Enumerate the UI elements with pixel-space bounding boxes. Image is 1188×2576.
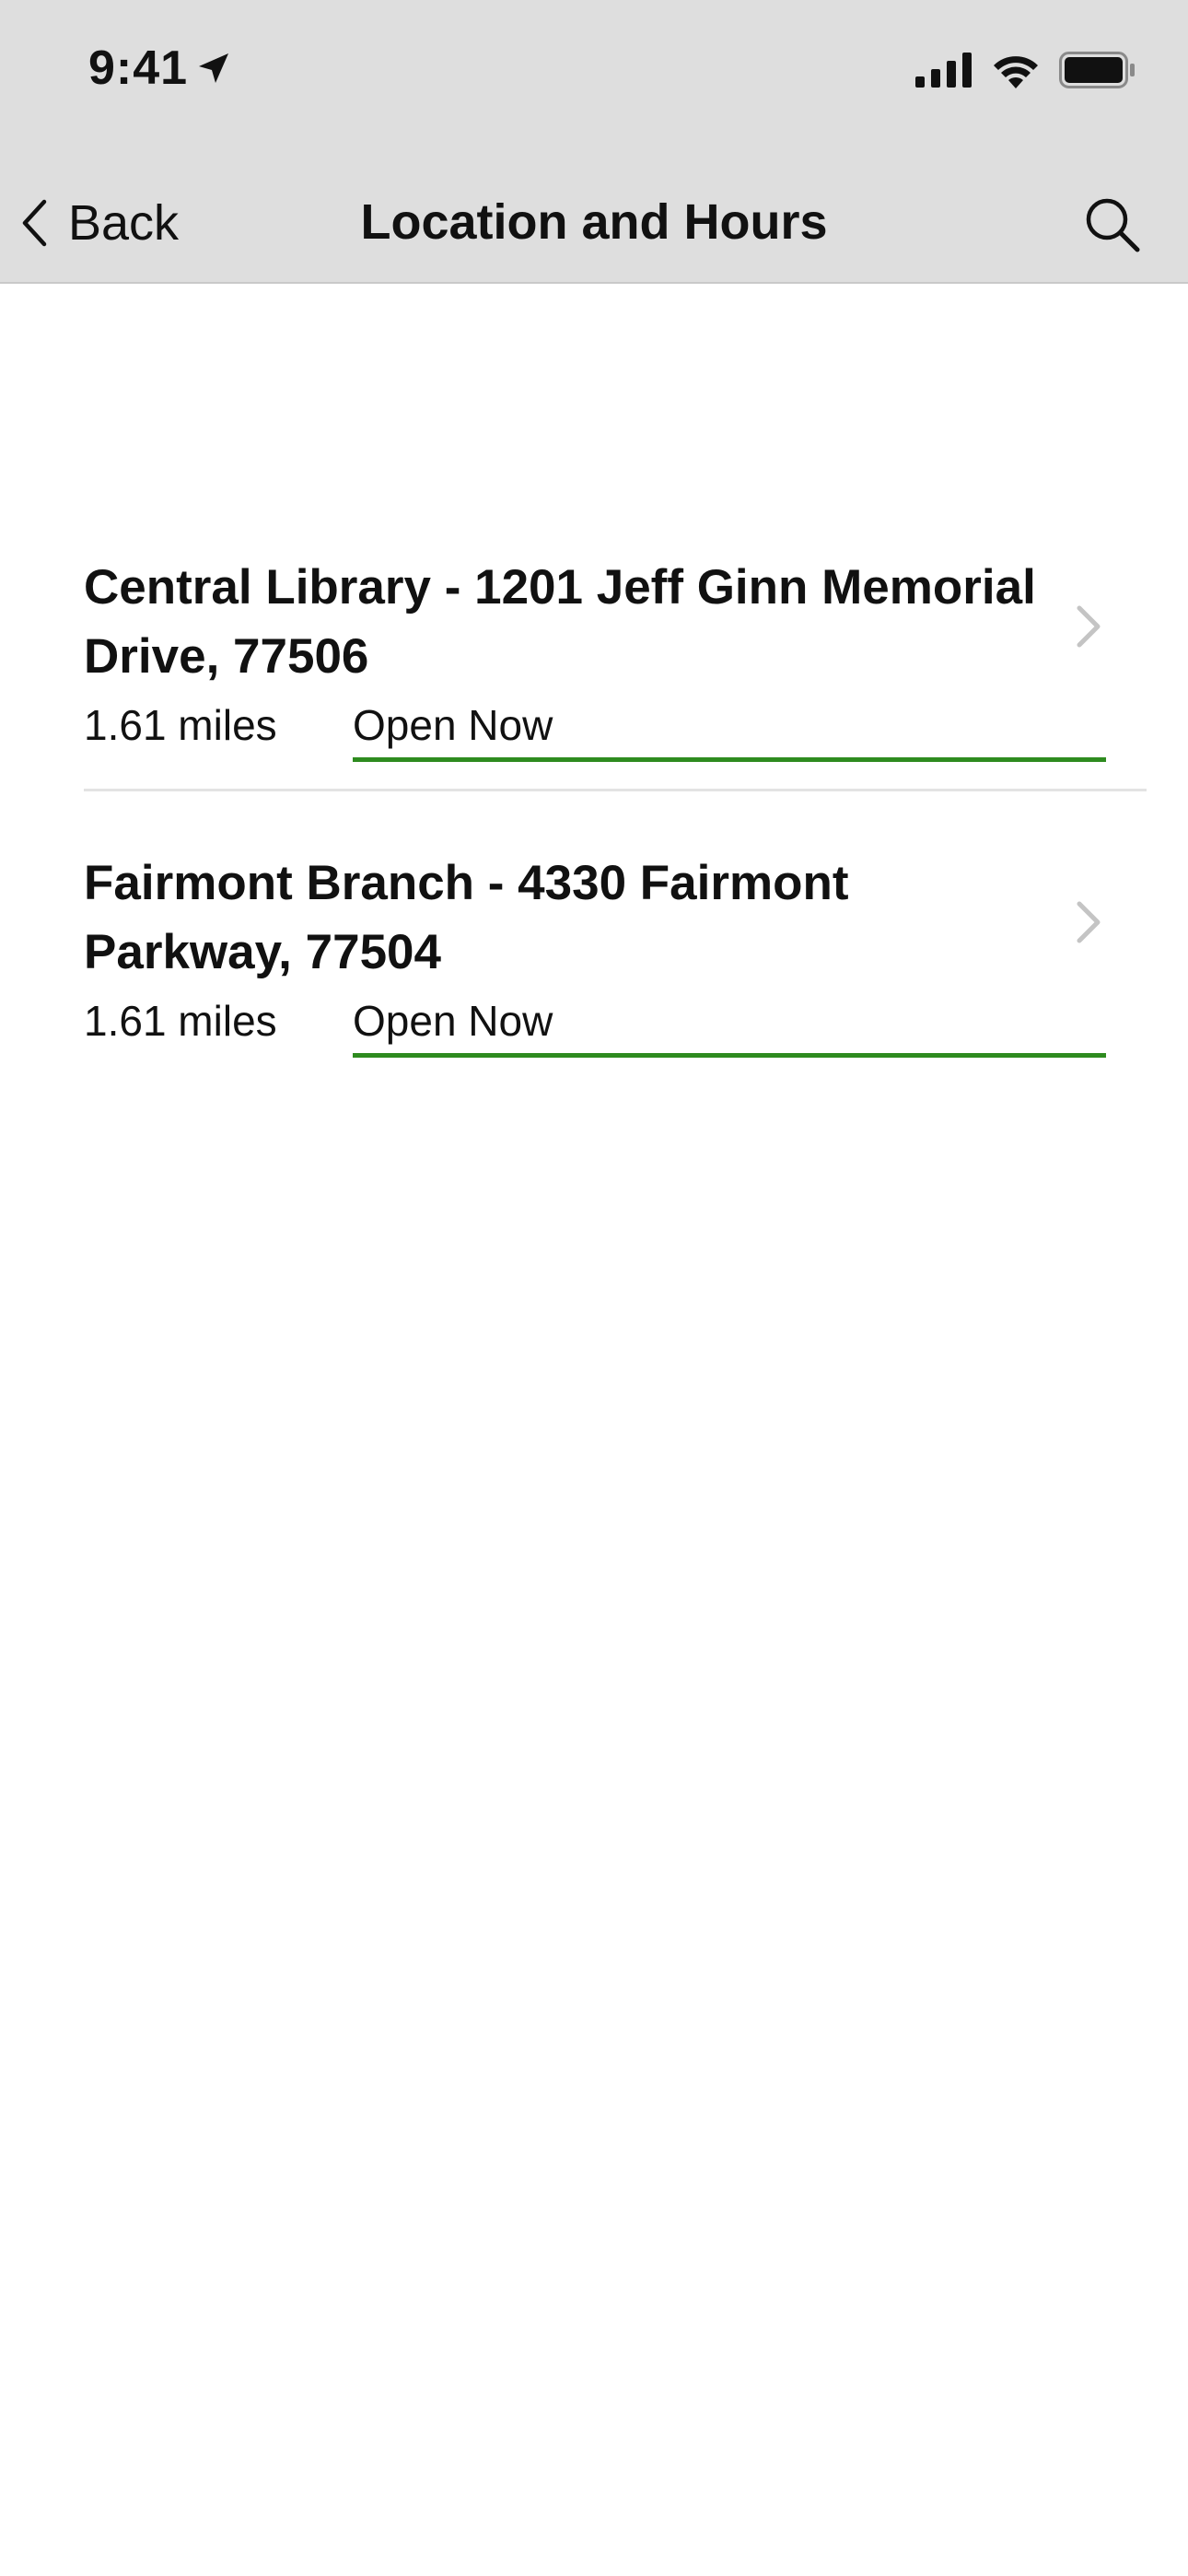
- open-status-underline: [353, 1053, 1106, 1058]
- chevron-right-icon: [1077, 901, 1101, 943]
- location-item[interactable]: Central Library - 1201 Jeff Ginn Memoria…: [0, 553, 1188, 765]
- location-hours-screen: 9:41 Back Location and Hours Central Lib…: [0, 0, 1188, 2576]
- signal-icon: [915, 53, 972, 88]
- distance-label: 1.61 miles: [84, 701, 277, 749]
- status-icons: [915, 52, 1136, 88]
- status-bar-time: 9:41: [88, 41, 232, 96]
- open-status-underline: [353, 757, 1106, 762]
- open-status-label: Open Now: [353, 701, 553, 749]
- location-name: Central Library - 1201 Jeff Ginn Memoria…: [84, 560, 1036, 684]
- divider: [84, 789, 1147, 791]
- open-status-label: Open Now: [353, 997, 553, 1045]
- header: 9:41 Back Location and Hours: [0, 0, 1188, 284]
- location-arrow-icon: [199, 53, 229, 83]
- distance-label: 1.61 miles: [84, 997, 277, 1045]
- search-icon: [1086, 198, 1140, 252]
- chevron-right-icon: [1077, 605, 1101, 648]
- location-meta: 1.61 miles Open Now: [84, 987, 1106, 1060]
- location-meta: 1.61 miles Open Now: [84, 691, 1106, 765]
- location-item[interactable]: Fairmont Branch - 4330 Fairmont Parkway,…: [0, 849, 1188, 1060]
- battery-icon: [1059, 52, 1135, 88]
- chevron-left-icon: [22, 199, 47, 247]
- wifi-icon: [994, 56, 1038, 88]
- search-button[interactable]: [1077, 190, 1147, 260]
- back-label: Back: [68, 195, 180, 251]
- location-list: Central Library - 1201 Jeff Ginn Memoria…: [0, 553, 1188, 1060]
- location-name: Fairmont Branch - 4330 Fairmont Parkway,…: [84, 856, 849, 979]
- back-button[interactable]: Back: [20, 184, 179, 262]
- time-label: 9:41: [88, 41, 189, 95]
